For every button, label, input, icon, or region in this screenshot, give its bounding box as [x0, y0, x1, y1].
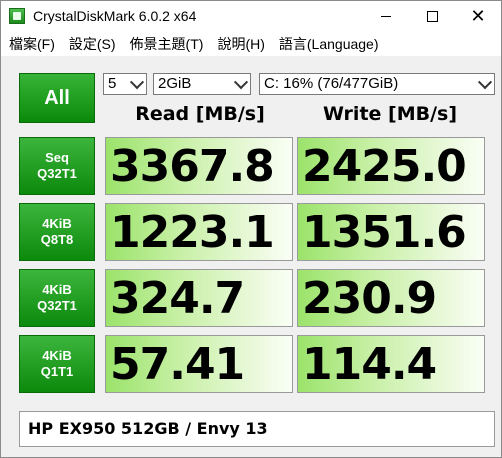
4kib-q32t1-button[interactable]: 4KiB Q32T1: [19, 269, 95, 327]
write-value: 114.4: [302, 339, 437, 390]
disk-app-icon: [9, 8, 25, 24]
write-value: 2425.0: [302, 141, 467, 192]
menu-language[interactable]: 語言(Language): [272, 32, 386, 56]
read-value: 57.41: [110, 339, 245, 390]
test-label-line1: 4KiB: [42, 348, 72, 363]
result-row-4kib-q32t1: 4KiB Q32T1 324.7 230.9: [9, 267, 497, 331]
result-row-seq-q32t1: Seq Q32T1 3367.8 2425.0: [9, 135, 497, 199]
app-window: CrystalDiskMark 6.0.2 x64 ✕ 檔案(F) 設定(S) …: [0, 0, 502, 458]
result-row-4kib-q8t8: 4KiB Q8T8 1223.1 1351.6: [9, 201, 497, 265]
test-size-select[interactable]: 2GiB: [153, 73, 251, 95]
menu-theme[interactable]: 佈景主題(T): [123, 32, 211, 56]
test-count-select[interactable]: 5: [103, 73, 147, 95]
menu-help[interactable]: 說明(H): [210, 32, 271, 56]
write-result-cell: 114.4: [297, 335, 485, 393]
test-label-line1: 4KiB: [42, 216, 72, 231]
test-label-line2: Q1T1: [40, 364, 74, 379]
benchmark-panel: All 5 2GiB C: 16% (76/477GiB) Read [MB/s…: [9, 59, 497, 455]
chevron-down-icon: [233, 75, 249, 90]
test-label-line2: Q8T8: [40, 232, 74, 247]
window-title: CrystalDiskMark 6.0.2 x64: [33, 8, 197, 24]
write-value: 230.9: [302, 273, 437, 324]
read-result-cell: 3367.8: [105, 137, 293, 195]
minimize-icon: [381, 16, 391, 17]
read-value: 3367.8: [110, 141, 275, 192]
read-value: 324.7: [110, 273, 245, 324]
menu-settings[interactable]: 設定(S): [62, 32, 123, 56]
chevron-down-icon: [477, 75, 493, 90]
read-header: Read [MB/s]: [135, 103, 265, 125]
maximize-button[interactable]: [409, 1, 455, 32]
4kib-q1t1-button[interactable]: 4KiB Q1T1: [19, 335, 95, 393]
test-label-line2: Q32T1: [37, 166, 77, 181]
seq-q32t1-button[interactable]: Seq Q32T1: [19, 137, 95, 195]
write-value: 1351.6: [302, 207, 467, 258]
read-result-cell: 1223.1: [105, 203, 293, 261]
read-result-cell: 324.7: [105, 269, 293, 327]
write-result-cell: 230.9: [297, 269, 485, 327]
result-row-4kib-q1t1: 4KiB Q1T1 57.41 114.4: [9, 333, 497, 397]
chevron-down-icon: [129, 75, 145, 90]
4kib-q8t8-button[interactable]: 4KiB Q8T8: [19, 203, 95, 261]
minimize-button[interactable]: [363, 1, 409, 32]
run-all-button[interactable]: All: [19, 73, 95, 123]
write-result-cell: 2425.0: [297, 137, 485, 195]
close-icon: ✕: [470, 5, 486, 27]
read-value: 1223.1: [110, 207, 275, 258]
maximize-icon: [426, 11, 438, 22]
drive-value: C: 16% (76/477GiB): [264, 75, 399, 92]
test-size-value: 2GiB: [158, 75, 192, 92]
close-button[interactable]: ✕: [455, 1, 501, 32]
test-label-line2: Q32T1: [37, 298, 77, 313]
write-header: Write [MB/s]: [322, 103, 458, 125]
comment-field[interactable]: HP EX950 512GB / Envy 13: [19, 411, 495, 447]
title-bar: CrystalDiskMark 6.0.2 x64 ✕: [1, 1, 501, 32]
test-label-line1: Seq: [45, 150, 69, 165]
menu-file[interactable]: 檔案(F): [1, 32, 62, 56]
test-label-line1: 4KiB: [42, 282, 72, 297]
drive-select[interactable]: C: 16% (76/477GiB): [259, 73, 495, 95]
test-count-value: 5: [108, 75, 117, 92]
read-result-cell: 57.41: [105, 335, 293, 393]
write-result-cell: 1351.6: [297, 203, 485, 261]
menu-bar: 檔案(F) 設定(S) 佈景主題(T) 說明(H) 語言(Language): [1, 32, 501, 56]
